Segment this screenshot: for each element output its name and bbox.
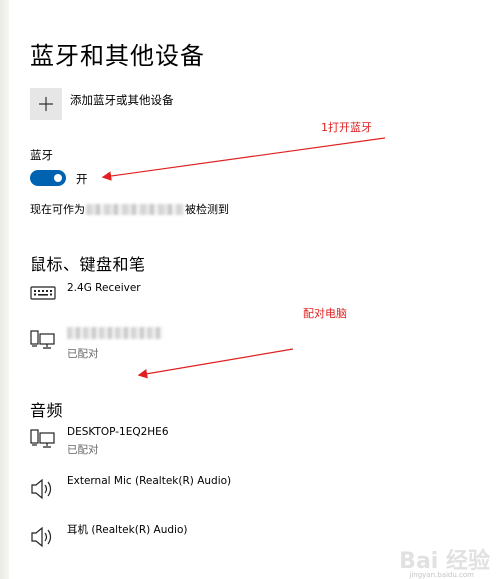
arrow-to-paired-device — [137, 348, 294, 379]
annotation-arrows — [101, 137, 386, 379]
watermark-url: jingyan.baidu.com — [409, 571, 474, 579]
arrow-to-toggle — [101, 137, 386, 181]
